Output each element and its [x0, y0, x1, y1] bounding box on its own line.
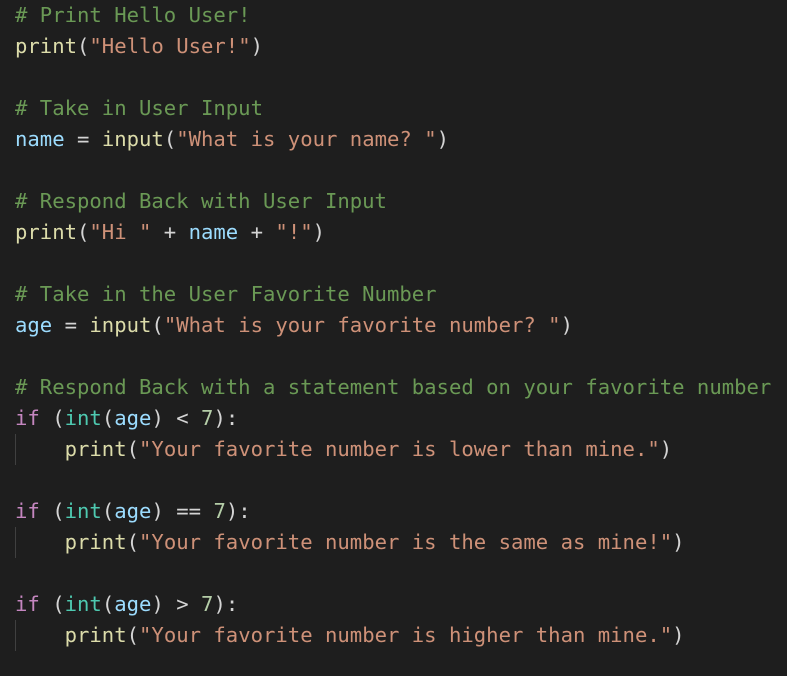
code-line[interactable]: # Take in the User Favorite Number [15, 279, 437, 310]
function-name: print [64, 530, 127, 554]
punctuation: ) [151, 406, 164, 430]
code-line[interactable]: print("Your favorite number is the same … [15, 527, 685, 558]
code-line[interactable]: # Respond Back with User Input [15, 186, 387, 217]
function-name: print [15, 34, 77, 58]
punctuation: ) [560, 313, 573, 337]
variable-name: age [114, 592, 152, 616]
punctuation: ( [52, 406, 65, 430]
code-comment: # Take in User Input [15, 96, 263, 120]
function-name: print [64, 437, 127, 461]
operator: + [238, 220, 276, 244]
punctuation: ) [151, 592, 164, 616]
punctuation: ( [101, 406, 115, 430]
operator: = [64, 127, 102, 151]
punctuation: ) [672, 623, 685, 647]
function-name: input [101, 127, 164, 151]
string-literal: "Your favorite number is lower than mine… [139, 437, 660, 461]
operator: > [163, 592, 202, 616]
punctuation: ) [659, 437, 673, 461]
variable-name: name [15, 127, 65, 151]
punctuation: ) [312, 220, 326, 244]
punctuation: ): [225, 499, 251, 523]
punctuation: ( [126, 530, 140, 554]
operator [40, 592, 52, 616]
number-literal: 7 [201, 592, 214, 616]
function-name: input [89, 313, 152, 337]
punctuation: ( [52, 499, 65, 523]
operator [15, 623, 65, 647]
punctuation: ( [163, 127, 177, 151]
operator [40, 499, 52, 523]
punctuation: ( [52, 592, 65, 616]
code-line[interactable]: # Print Hello User! [15, 0, 251, 31]
code-line[interactable]: # Take in User Input [15, 93, 263, 124]
code-line[interactable]: print("Hi " + name + "!") [15, 217, 325, 248]
code-line[interactable]: name = input("What is your name? ") [15, 124, 449, 155]
keyword: if [15, 592, 40, 616]
code-comment: # Print Hello User! [15, 3, 251, 27]
punctuation: ( [151, 313, 164, 337]
punctuation: ) [436, 127, 449, 151]
code-line[interactable]: print("Your favorite number is higher th… [15, 620, 685, 651]
code-comment: # Respond Back with a statement based on… [15, 375, 772, 399]
operator: + [151, 220, 189, 244]
punctuation: ( [101, 499, 115, 523]
code-editor[interactable]: # Print Hello User! print("Hello User!") #… [0, 0, 787, 676]
code-line[interactable]: if (int(age) == 7): [15, 496, 251, 527]
operator: = [52, 313, 90, 337]
keyword: if [15, 406, 40, 430]
variable-name: age [15, 313, 53, 337]
string-literal: "What is your favorite number? " [163, 313, 561, 337]
code-line[interactable]: print("Your favorite number is lower tha… [15, 434, 673, 465]
punctuation: ) [151, 499, 164, 523]
variable-name: age [114, 406, 152, 430]
code-line[interactable]: # Respond Back with a statement based on… [15, 372, 771, 403]
string-literal: "Hello User!" [89, 34, 251, 58]
code-comment: # Take in the User Favorite Number [15, 282, 437, 306]
punctuation: ) [672, 530, 685, 554]
operator: == [163, 499, 214, 523]
number-literal: 7 [201, 406, 214, 430]
punctuation: ): [213, 406, 239, 430]
operator [15, 437, 65, 461]
keyword: if [15, 499, 40, 523]
string-literal: "What is your name? " [176, 127, 437, 151]
builtin-type: int [64, 406, 102, 430]
function-name: print [64, 623, 127, 647]
punctuation: ( [101, 592, 115, 616]
string-literal: "Your favorite number is the same as min… [139, 530, 673, 554]
operator [40, 406, 52, 430]
punctuation: ): [213, 592, 239, 616]
variable-name: age [114, 499, 152, 523]
code-line[interactable]: if (int(age) < 7): [15, 403, 238, 434]
punctuation: ( [77, 220, 90, 244]
string-literal: "Your favorite number is higher than min… [139, 623, 673, 647]
code-line[interactable]: print("Hello User!") [15, 31, 263, 62]
punctuation: ( [126, 437, 140, 461]
code-line[interactable]: if (int(age) > 7): [15, 589, 238, 620]
punctuation: ( [126, 623, 140, 647]
string-literal: "!" [275, 220, 313, 244]
code-line[interactable]: age = input("What is your favorite numbe… [15, 310, 573, 341]
function-name: print [15, 220, 77, 244]
code-comment: # Respond Back with User Input [15, 189, 387, 213]
string-literal: "Hi " [89, 220, 152, 244]
number-literal: 7 [213, 499, 226, 523]
punctuation: ) [250, 34, 263, 58]
builtin-type: int [64, 592, 102, 616]
operator [15, 530, 65, 554]
builtin-type: int [64, 499, 102, 523]
variable-name: name [188, 220, 239, 244]
punctuation: ( [77, 34, 90, 58]
operator: < [163, 406, 202, 430]
